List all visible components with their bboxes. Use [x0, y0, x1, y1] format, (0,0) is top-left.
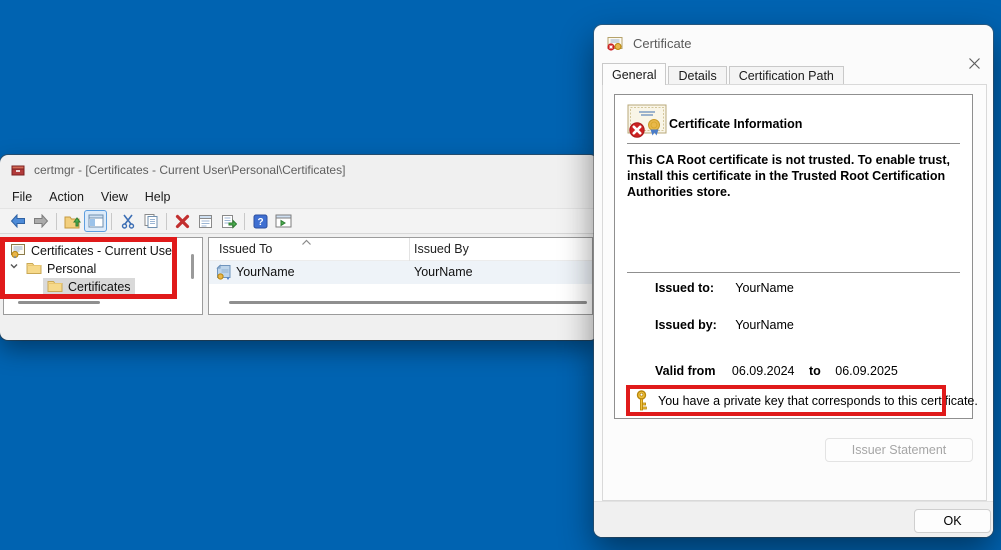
copy-icon[interactable] [139, 210, 162, 232]
certificate-dialog: Certificate General Details Certificatio… [594, 25, 993, 537]
menu-help[interactable]: Help [145, 187, 180, 207]
valid-to-label: to [809, 364, 821, 378]
cell-issued-to: YourName [236, 265, 295, 279]
dialog-titlebar[interactable]: Certificate [594, 25, 993, 62]
help-icon[interactable]: ? [249, 210, 272, 232]
toolbar-separator [56, 213, 57, 230]
column-divider[interactable] [409, 238, 410, 261]
column-header-issued-to[interactable]: Issued To [219, 242, 272, 256]
list-horizontal-scrollbar[interactable] [229, 301, 587, 304]
trust-warning-text: This CA Root certificate is not trusted.… [627, 152, 963, 200]
ok-button[interactable]: OK [914, 509, 991, 533]
forward-icon[interactable] [29, 210, 52, 232]
dialog-tabs: General Details Certification Path [602, 63, 844, 85]
private-key-icon [635, 390, 648, 411]
list-header: Issued To Issued By [209, 238, 592, 261]
chevron-down-icon[interactable] [9, 261, 21, 277]
toolbar-separator [111, 213, 112, 230]
tree-item-label: Certificates [68, 280, 131, 294]
tab-details[interactable]: Details [668, 66, 726, 85]
cut-icon[interactable] [116, 210, 139, 232]
certmgr-titlebar[interactable]: certmgr - [Certificates - Current User\P… [0, 155, 598, 185]
tab-certification-path[interactable]: Certification Path [729, 66, 844, 85]
certmgr-menubar: File Action View Help [0, 185, 598, 208]
show-console-tree-icon[interactable] [84, 210, 107, 232]
tree-item-root[interactable]: Certificates - Current User [10, 242, 176, 260]
divider [627, 143, 960, 144]
private-key-row: You have a private key that corresponds … [635, 390, 978, 411]
delete-icon[interactable] [171, 210, 194, 232]
private-key-message: You have a private key that corresponds … [658, 394, 978, 408]
certificate-row[interactable]: YourName YourName [209, 261, 592, 284]
tree-horizontal-scrollbar[interactable] [18, 301, 100, 304]
certmgr-window: certmgr - [Certificates - Current User\P… [0, 155, 598, 340]
validity-row: Valid from 06.09.2024 to 06.09.2025 [655, 364, 898, 378]
cell-issued-by: YourName [414, 265, 473, 279]
desktop: certmgr - [Certificates - Current User\P… [0, 0, 1001, 550]
dialog-title: Certificate [633, 36, 692, 51]
issued-by-label: Issued by: [655, 318, 732, 332]
issued-by-value: YourName [735, 318, 794, 332]
valid-from-label: Valid from [655, 364, 715, 378]
folder-up-icon[interactable] [61, 210, 84, 232]
tab-general[interactable]: General [602, 63, 666, 85]
certificate-store-icon [10, 243, 26, 259]
tree-item-label: Certificates - Current User [31, 244, 176, 258]
svg-text:?: ? [257, 217, 263, 228]
list-pane[interactable]: Issued To Issued By [208, 237, 593, 315]
properties-icon[interactable] [194, 210, 217, 232]
certmgr-app-icon [10, 162, 26, 178]
issued-to-value: YourName [735, 281, 794, 295]
tree-item-certificates[interactable]: Certificates [47, 278, 131, 296]
tree-vertical-scrollbar[interactable] [191, 254, 194, 279]
certificate-dialog-icon [606, 36, 624, 52]
menu-view[interactable]: View [101, 187, 137, 207]
export-list-icon[interactable] [217, 210, 240, 232]
certmgr-toolbar: ? [0, 208, 598, 234]
folder-icon [47, 279, 63, 295]
toolbar-separator [244, 213, 245, 230]
issued-by-row: Issued by: YourName [655, 318, 794, 332]
certmgr-body: Certificates - Current User Personal [0, 234, 598, 340]
tree-pane[interactable]: Certificates - Current User Personal [3, 237, 203, 315]
folder-icon [26, 261, 42, 277]
tab-page-general: Certificate Information This CA Root cer… [602, 84, 987, 501]
menu-file[interactable]: File [12, 187, 41, 207]
tree-item-personal[interactable]: Personal [9, 260, 96, 278]
toolbar-separator [166, 213, 167, 230]
tree-item-label: Personal [47, 262, 96, 276]
certificate-info-panel: Certificate Information This CA Root cer… [614, 94, 973, 419]
divider [627, 272, 960, 273]
show-action-pane-icon[interactable] [272, 210, 295, 232]
menu-action[interactable]: Action [49, 187, 93, 207]
back-icon[interactable] [6, 210, 29, 232]
close-icon[interactable] [966, 55, 983, 72]
sort-ascending-icon [301, 239, 312, 246]
valid-from-value: 06.09.2024 [732, 364, 795, 378]
certificate-information-heading: Certificate Information [669, 117, 802, 131]
issued-to-row: Issued to: YourName [655, 281, 794, 295]
certmgr-window-title: certmgr - [Certificates - Current User\P… [34, 163, 345, 177]
valid-to-value: 06.09.2025 [835, 364, 898, 378]
issued-to-label: Issued to: [655, 281, 732, 295]
column-header-issued-by[interactable]: Issued By [414, 242, 469, 256]
certificate-not-trusted-icon [627, 104, 667, 139]
certificate-item-icon [216, 264, 233, 281]
issuer-statement-button[interactable]: Issuer Statement [825, 438, 973, 462]
dialog-footer: OK [594, 501, 993, 537]
